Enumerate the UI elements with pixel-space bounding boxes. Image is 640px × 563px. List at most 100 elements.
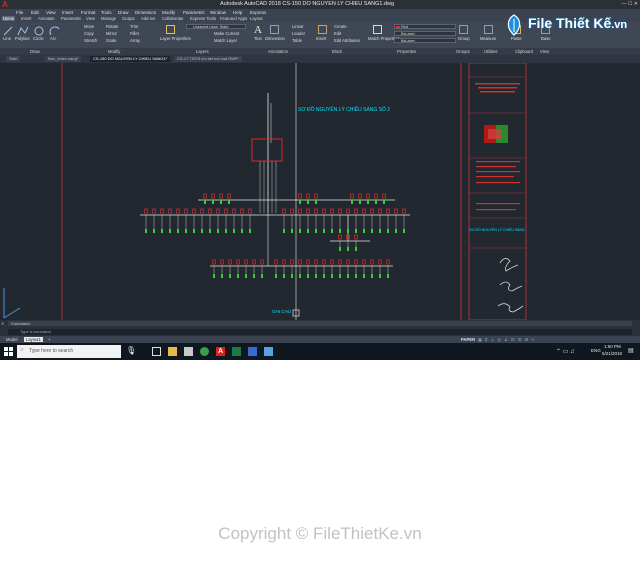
panel-block[interactable]: Block (332, 49, 342, 54)
windows-start-icon[interactable] (4, 347, 13, 356)
taskbar-time[interactable]: 1:50 PM (604, 344, 621, 349)
tab-model[interactable]: Model (6, 337, 17, 342)
close-icon[interactable]: ✕ (1, 321, 4, 326)
notification-icon[interactable]: ▤ (628, 347, 634, 354)
command-input[interactable]: Type a command (8, 329, 632, 335)
leader-tool[interactable]: Leader (292, 31, 305, 36)
dimension-icon[interactable] (270, 25, 279, 34)
microphone-icon[interactable]: 🎙 (126, 346, 136, 355)
layer-properties-button[interactable]: Layer Properties (160, 36, 191, 41)
menu-view[interactable]: View (46, 10, 56, 15)
measure-button[interactable]: Measure (480, 36, 496, 41)
autocad-taskbar-icon[interactable]: A (216, 347, 225, 356)
task-view-icon[interactable] (152, 347, 161, 356)
drawing-canvas[interactable]: SƠ ĐỒ NGUYÊN LÝ CHIẾU SÁNG SƠ ĐỒ NGUYÊN … (0, 63, 640, 320)
table-tool[interactable]: Table (292, 38, 302, 43)
menu-express[interactable]: Express (250, 10, 266, 15)
panel-properties[interactable]: Properties (397, 49, 416, 54)
stretch-tool[interactable]: Stretch (84, 38, 97, 43)
panel-view[interactable]: View (540, 49, 549, 54)
menu-modify[interactable]: Modify (162, 10, 175, 15)
tab-home[interactable]: Home (2, 16, 16, 21)
autocad-app-icon[interactable]: A (2, 0, 11, 9)
layer-properties-icon[interactable] (166, 25, 175, 34)
linear-tool[interactable]: Linear (292, 24, 304, 29)
fillet-tool[interactable]: Fillet (130, 31, 139, 36)
move-tool[interactable]: Move (84, 24, 94, 29)
doc-tab-ban-chieu-sang[interactable]: Ban_chieu sang* (45, 56, 82, 62)
create-block-button[interactable]: Create (334, 24, 347, 29)
menu-draw[interactable]: Draw (118, 10, 129, 15)
text-icon[interactable]: A (254, 24, 262, 36)
menu-file[interactable]: File (16, 10, 23, 15)
match-layer-button[interactable]: Match Layer (214, 38, 237, 43)
taskbar-search-input[interactable]: Type here to search (17, 345, 121, 358)
edit-attributes-button[interactable]: Edit Attributes (334, 38, 360, 43)
lineweight-combo[interactable]: ByLayer (394, 38, 456, 43)
tab-layout1[interactable]: Layout1 (24, 337, 43, 342)
tab-featured-apps[interactable]: Featured Apps (219, 16, 248, 21)
add-layout-button[interactable]: + (48, 337, 50, 342)
tab-manage[interactable]: Manage (100, 16, 117, 21)
base-button[interactable]: Base (541, 36, 551, 41)
menu-dimension[interactable]: Dimension (135, 10, 156, 15)
copy-tool[interactable]: Copy (84, 31, 94, 36)
tab-view[interactable]: View (85, 16, 96, 21)
doc-tab-cs17[interactable]: CS-17 TRCS chi tiet noi mat RMP* (174, 56, 242, 62)
menu-window[interactable]: Window (210, 10, 226, 15)
tray-icons[interactable]: ⌃ ▭ ♫ (556, 348, 575, 355)
panel-clipboard[interactable]: Clipboard (515, 49, 533, 54)
panel-groups[interactable]: Groups (456, 49, 470, 54)
tab-insert[interactable]: Insert (20, 16, 32, 21)
scale-tool[interactable]: Scale (106, 38, 116, 43)
doc-tab-start[interactable]: Start (6, 56, 21, 62)
tab-collaborate[interactable]: Collaborate (161, 16, 184, 21)
app-icon[interactable] (264, 347, 273, 356)
excel-icon[interactable] (232, 347, 241, 356)
insert-block-icon[interactable] (318, 25, 327, 34)
tab-express-tools[interactable]: Express Tools (189, 16, 217, 21)
doc-tab-cs150[interactable]: CS-150 DO NGUYEN LY CHIEU SANG1* (90, 56, 171, 62)
mirror-tool[interactable]: Mirror (106, 31, 117, 36)
paste-button[interactable]: Paste (511, 36, 522, 41)
rotate-tool[interactable]: Rotate (106, 24, 118, 29)
panel-layers[interactable]: Layers (196, 49, 209, 54)
chrome-icon[interactable] (200, 347, 209, 356)
menu-tools[interactable]: Tools (101, 10, 112, 15)
polyline-tool[interactable]: Polyline (15, 36, 30, 41)
circle-tool[interactable]: Circle (33, 36, 44, 41)
status-bar-icons[interactable]: ▦ ⌗ ⊥ ◎ ∠ ⊡ ☰ ⚙ ≡ (478, 337, 535, 342)
tab-output[interactable]: Output (121, 16, 136, 21)
menu-edit[interactable]: Edit (31, 10, 39, 15)
calculator-icon[interactable] (184, 347, 193, 356)
panel-draw[interactable]: Draw (30, 49, 40, 54)
word-icon[interactable] (248, 347, 257, 356)
group-button[interactable]: Group (458, 36, 470, 41)
paper-space-toggle[interactable]: PAPER (461, 337, 475, 342)
menu-parametric[interactable]: Parametric (183, 10, 205, 15)
panel-modify[interactable]: Modify (108, 49, 120, 54)
edit-block-button[interactable]: Edit (334, 31, 341, 36)
file-explorer-icon[interactable] (168, 347, 177, 356)
tab-parametric[interactable]: Parametric (60, 16, 82, 21)
tab-addins[interactable]: Add-ins (140, 16, 156, 21)
trim-tool[interactable]: Trim (130, 24, 138, 29)
menu-format[interactable]: Format (81, 10, 95, 15)
window-controls[interactable]: — ☐ ✕ (622, 1, 638, 7)
tab-annotate[interactable]: Annotate (37, 16, 56, 21)
panel-utilities[interactable]: Utilities (484, 49, 498, 54)
linetype-combo[interactable]: ByLayer (394, 31, 456, 36)
make-current-button[interactable]: Make Current (214, 31, 239, 36)
drawing-svg[interactable]: SƠ ĐỒ NGUYÊN LÝ CHIẾU SÁNG SƠ ĐỒ NGUYÊN … (0, 63, 640, 320)
language-indicator[interactable]: ENG (591, 348, 601, 353)
taskbar-date[interactable]: 5/21/2018 (602, 351, 622, 356)
tab-layout[interactable]: Layout (249, 16, 264, 21)
color-combo[interactable]: Red (394, 24, 456, 29)
layer-state-combo[interactable]: Unsaved Layer State (186, 24, 246, 29)
measure-icon[interactable] (484, 25, 493, 34)
line-tool[interactable]: Line (3, 36, 11, 41)
menu-help[interactable]: Help (233, 10, 242, 15)
match-properties-icon[interactable] (373, 25, 382, 34)
dimension-tool[interactable]: Dimension (265, 36, 285, 41)
arc-tool[interactable]: Arc (50, 36, 56, 41)
